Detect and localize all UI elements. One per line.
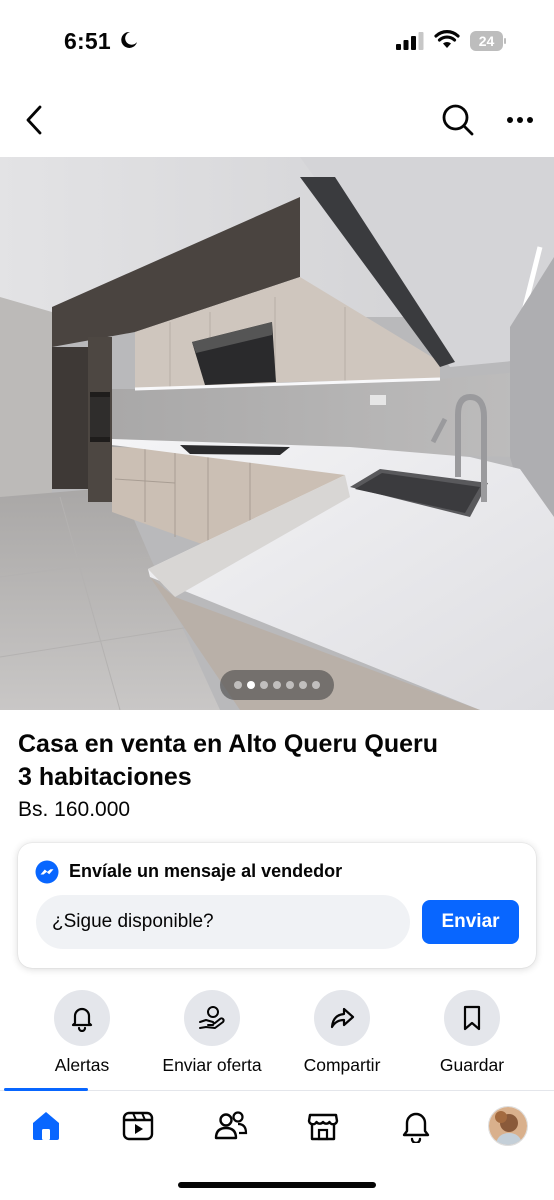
tab-video[interactable] bbox=[118, 1104, 158, 1148]
offer-hand-icon bbox=[199, 1006, 225, 1029]
bookmark-icon bbox=[463, 1005, 481, 1031]
carousel-dot bbox=[286, 681, 294, 689]
listing-title-line1: Casa en venta en Alto Queru Queru bbox=[18, 730, 439, 758]
listing-photo[interactable] bbox=[0, 157, 554, 710]
share-action[interactable]: Compartir bbox=[277, 990, 407, 1080]
avatar[interactable] bbox=[488, 1106, 528, 1146]
carousel-dot bbox=[234, 681, 242, 689]
moon-icon bbox=[121, 31, 137, 48]
bell-icon bbox=[402, 1112, 430, 1143]
search-icon bbox=[442, 104, 474, 136]
alerts-label: Alertas bbox=[54, 1055, 110, 1075]
home-indicator bbox=[178, 1182, 376, 1188]
tab-home[interactable] bbox=[26, 1104, 66, 1148]
message-seller-card: Envíale un mensaje al vendedor Enviar bbox=[18, 843, 536, 968]
more-horizontal-icon bbox=[507, 117, 533, 123]
friends-icon bbox=[214, 1111, 248, 1140]
alerts-action[interactable]: Alertas bbox=[17, 990, 147, 1080]
search-button[interactable] bbox=[438, 100, 478, 140]
share-label: Compartir bbox=[303, 1055, 381, 1075]
video-icon bbox=[122, 1111, 154, 1141]
send-offer-label: Enviar oferta bbox=[162, 1055, 262, 1075]
listing-title: Casa en venta en Alto Queru Queru 3 habi… bbox=[18, 728, 538, 794]
message-card-header: Envíale un mensaje al vendedor bbox=[69, 861, 343, 881]
share-arrow-icon bbox=[330, 1007, 355, 1029]
send-offer-action[interactable]: Enviar oferta bbox=[147, 990, 277, 1080]
status-time: 6:51 bbox=[64, 28, 111, 54]
carousel-dot bbox=[312, 681, 320, 689]
tab-marketplace[interactable] bbox=[303, 1104, 343, 1148]
action-row: Alertas Enviar oferta Compartir Guardar bbox=[0, 990, 554, 1080]
listing-price: Bs. 160.000 bbox=[18, 798, 131, 821]
alerts-button[interactable] bbox=[54, 990, 110, 1046]
top-nav bbox=[0, 90, 554, 150]
battery-icon: 24 bbox=[470, 31, 506, 51]
profile-photo bbox=[489, 1107, 527, 1145]
kitchen-photo bbox=[0, 157, 554, 710]
message-input[interactable] bbox=[36, 895, 410, 949]
tab-profile[interactable] bbox=[488, 1104, 528, 1148]
listing-title-line2: 3 habitaciones bbox=[18, 763, 192, 791]
active-tab-indicator bbox=[4, 1088, 88, 1091]
messenger-icon bbox=[35, 860, 59, 884]
save-label: Guardar bbox=[439, 1055, 505, 1075]
carousel-dot bbox=[273, 681, 281, 689]
save-button[interactable] bbox=[444, 990, 500, 1046]
cellular-signal-icon bbox=[396, 32, 424, 50]
carousel-dot bbox=[299, 681, 307, 689]
share-button[interactable] bbox=[314, 990, 370, 1046]
back-button[interactable] bbox=[18, 102, 50, 138]
carousel-dot bbox=[260, 681, 268, 689]
battery-level: 24 bbox=[478, 33, 495, 49]
send-offer-button[interactable] bbox=[184, 990, 240, 1046]
bell-icon bbox=[71, 1007, 93, 1032]
tab-notifications[interactable] bbox=[396, 1104, 436, 1148]
carousel-indicator bbox=[220, 670, 334, 700]
tab-friends[interactable] bbox=[211, 1104, 251, 1148]
wifi-icon bbox=[434, 30, 460, 48]
more-options-button[interactable] bbox=[500, 100, 540, 140]
status-bar: 6:51 24 bbox=[0, 0, 554, 80]
send-button[interactable]: Enviar bbox=[422, 900, 519, 944]
home-icon bbox=[33, 1112, 59, 1140]
save-action[interactable]: Guardar bbox=[407, 990, 537, 1080]
chevron-left-icon bbox=[26, 105, 42, 135]
marketplace-icon bbox=[307, 1113, 339, 1141]
carousel-dot-active bbox=[247, 681, 255, 689]
